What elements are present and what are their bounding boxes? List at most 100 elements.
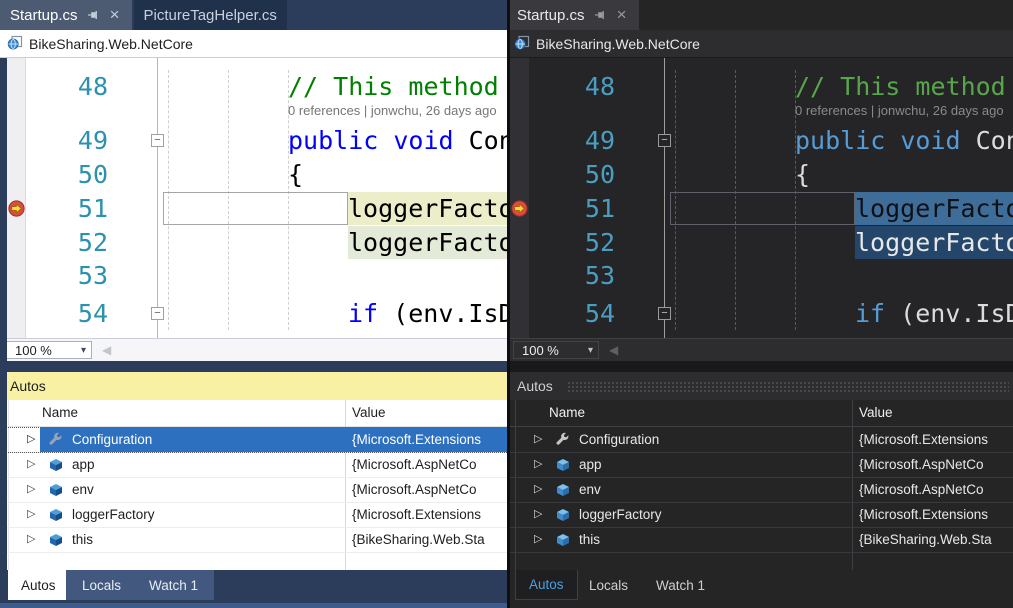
scroll-left-icon[interactable]: ◀ xyxy=(609,343,618,357)
pin-icon[interactable] xyxy=(593,8,607,22)
code-line: // This method xyxy=(795,70,1013,103)
column-header-name[interactable]: Name xyxy=(42,400,78,426)
expander-icon[interactable]: ▷ xyxy=(27,502,35,527)
tab-startup-cs[interactable]: Startup.cs × xyxy=(507,0,639,30)
variable-value: {BikeSharing.Web.Sta xyxy=(859,527,992,552)
code-editor[interactable]: 48 // This method 0 references | jonwchu… xyxy=(507,58,1013,338)
tab-label: PictureTagHelper.cs xyxy=(144,7,277,24)
tab-watch1[interactable]: Watch 1 xyxy=(656,578,705,593)
table-row-configuration[interactable]: ▷ Configuration {Microsoft.Extensions xyxy=(507,427,1013,453)
line-number: 49 xyxy=(20,124,108,157)
expander-icon[interactable]: ▷ xyxy=(534,452,542,477)
table-row-configuration[interactable]: ▷ Configuration {Microsoft.Extensions xyxy=(0,427,507,453)
expander-icon[interactable]: ▷ xyxy=(27,477,35,502)
outline-margin-line xyxy=(157,58,158,338)
code-line: loggerFacto xyxy=(855,192,1013,225)
expander-icon[interactable]: ▷ xyxy=(27,427,35,452)
close-icon[interactable]: × xyxy=(108,8,122,22)
tab-autos[interactable]: Autos xyxy=(8,570,69,600)
expander-icon[interactable]: ▷ xyxy=(534,527,542,552)
collapse-icon[interactable]: − xyxy=(151,134,164,147)
expander-icon[interactable]: ▷ xyxy=(534,477,542,502)
tab-autos[interactable]: Autos xyxy=(515,570,578,600)
panel-separator xyxy=(0,361,507,372)
column-header-name[interactable]: Name xyxy=(549,400,585,426)
table-row-env[interactable]: ▷ env {Microsoft.AspNetCo xyxy=(0,477,507,503)
breakpoint-current-statement-icon[interactable] xyxy=(511,200,528,217)
column-header-value[interactable]: Value xyxy=(859,400,893,426)
table-row-loggerfactory[interactable]: ▷ loggerFactory {Microsoft.Extensions xyxy=(0,502,507,528)
chevron-down-icon: ▾ xyxy=(588,345,593,356)
expander-icon[interactable]: ▷ xyxy=(534,427,542,452)
code-editor[interactable]: 48 // This method 0 references | jonwchu… xyxy=(0,58,507,338)
current-line-border xyxy=(163,192,348,225)
editor-zoombar: 100 % ▾ ◀ xyxy=(507,338,1013,361)
close-icon[interactable]: × xyxy=(615,8,629,22)
variable-name: app xyxy=(579,452,602,477)
tab-locals[interactable]: Locals xyxy=(82,578,121,593)
table-row-this[interactable]: ▷ this {BikeSharing.Web.Sta xyxy=(507,527,1013,553)
zoom-select[interactable]: 100 % ▾ xyxy=(513,341,599,359)
variable-name: env xyxy=(579,477,601,502)
codelens-references[interactable]: 0 references | jonwchu, 26 days ago xyxy=(795,100,1004,122)
code-line: { xyxy=(288,158,303,191)
code-line: loggerFacto xyxy=(855,226,1013,259)
zoom-value: 100 % xyxy=(522,343,559,358)
tab-startup-cs[interactable]: Startup.cs × xyxy=(0,0,132,30)
variable-name: app xyxy=(72,452,95,477)
chevron-down-icon: ▾ xyxy=(81,345,86,356)
variable-value: {Microsoft.Extensions xyxy=(352,427,481,452)
panel-tabstrip: Autos Locals Watch 1 xyxy=(507,570,1013,600)
collapse-icon[interactable]: − xyxy=(658,134,671,147)
tab-locals[interactable]: Locals xyxy=(589,578,628,593)
code-line: // This method xyxy=(288,70,507,103)
wrench-property-icon xyxy=(555,432,571,448)
column-header-value[interactable]: Value xyxy=(352,400,386,426)
variable-name: this xyxy=(579,527,600,552)
panel-separator xyxy=(507,361,1013,372)
project-navbar[interactable]: BikeSharing.Web.NetCore xyxy=(507,30,1013,58)
expander-icon[interactable]: ▷ xyxy=(534,502,542,527)
cube-field-icon xyxy=(48,482,64,498)
wrench-property-icon xyxy=(48,432,64,448)
project-icon xyxy=(514,35,530,53)
table-row-this[interactable]: ▷ this {BikeSharing.Web.Sta xyxy=(0,527,507,553)
collapse-icon[interactable]: − xyxy=(658,307,671,320)
cube-field-icon xyxy=(48,532,64,548)
tab-picturetaghelper-cs[interactable]: PictureTagHelper.cs xyxy=(134,0,287,30)
line-number: 53 xyxy=(20,259,108,292)
cube-field-icon xyxy=(555,482,571,498)
variable-name: env xyxy=(72,477,94,502)
variable-name: loggerFactory xyxy=(72,502,155,527)
variable-value: {Microsoft.AspNetCo xyxy=(859,452,984,477)
line-number: 52 xyxy=(527,226,615,259)
pin-icon[interactable] xyxy=(86,8,100,22)
autos-panel-header[interactable]: Autos xyxy=(0,372,507,400)
variable-name: Configuration xyxy=(72,427,152,452)
tab-label: Startup.cs xyxy=(10,7,78,24)
table-row-env[interactable]: ▷ env {Microsoft.AspNetCo xyxy=(507,477,1013,503)
code-line: if (env.IsD xyxy=(348,297,507,330)
line-number: 49 xyxy=(527,124,615,157)
project-navbar[interactable]: BikeSharing.Web.NetCore xyxy=(0,30,507,58)
cube-field-icon xyxy=(48,457,64,473)
line-number: 48 xyxy=(527,70,615,103)
expander-icon[interactable]: ▷ xyxy=(27,452,35,477)
scroll-left-icon[interactable]: ◀ xyxy=(102,343,111,357)
table-row-app[interactable]: ▷ app {Microsoft.AspNetCo xyxy=(0,452,507,478)
autos-table: Name Value ▷ Configuration {Microsoft.Ex… xyxy=(507,400,1013,570)
table-row-app[interactable]: ▷ app {Microsoft.AspNetCo xyxy=(507,452,1013,478)
autos-table: Name Value ▷ Configuration {Microsoft.Ex… xyxy=(0,400,507,570)
inactive-panel-tabs: Locals Watch 1 xyxy=(66,570,214,600)
collapse-icon[interactable]: − xyxy=(151,307,164,320)
editor-zoombar: 100 % ▾ ◀ xyxy=(0,338,507,361)
tab-watch1[interactable]: Watch 1 xyxy=(149,578,198,593)
autos-panel-header[interactable]: Autos xyxy=(507,372,1013,400)
line-number: 54 xyxy=(20,297,108,330)
expander-icon[interactable]: ▷ xyxy=(27,527,35,552)
codelens-references[interactable]: 0 references | jonwchu, 26 days ago xyxy=(288,100,497,122)
panel-tabstrip: Autos Locals Watch 1 xyxy=(0,570,507,600)
zoom-select[interactable]: 100 % ▾ xyxy=(6,341,92,359)
line-number: 51 xyxy=(527,192,615,225)
table-row-loggerfactory[interactable]: ▷ loggerFactory {Microsoft.Extensions xyxy=(507,502,1013,528)
